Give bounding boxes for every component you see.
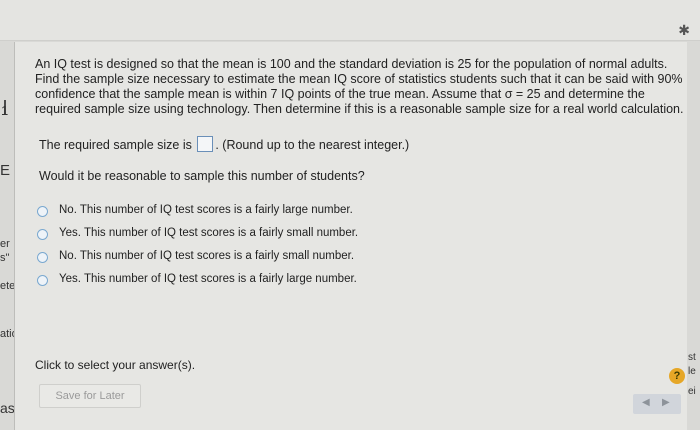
radio-icon[interactable] — [37, 206, 48, 217]
side-fragment-ei: ei — [688, 386, 696, 397]
radio-icon[interactable] — [37, 275, 48, 286]
option-label: No. This number of IQ test scores is a f… — [59, 250, 355, 262]
radio-icon[interactable] — [37, 252, 48, 263]
option-label: Yes. This number of IQ test scores is a … — [59, 273, 357, 285]
pin-icon[interactable]: ✱ — [678, 22, 690, 39]
side-fragment-s: s" — [0, 252, 10, 264]
radio-icon[interactable] — [37, 229, 48, 240]
side-fragment-1: 1 — [1, 103, 9, 118]
side-fragment-ete: ete — [0, 280, 16, 292]
reasonable-question: Would it be reasonable to sample this nu… — [39, 169, 365, 183]
prev-arrow-icon[interactable]: ◀ — [642, 397, 650, 408]
sample-size-input[interactable] — [197, 136, 214, 152]
answer-suffix: . (Round up to the nearest integer.) — [215, 138, 410, 152]
answer-prefix: The required sample size is — [39, 138, 192, 152]
click-to-select-hint: Click to select your answer(s). — [35, 358, 196, 372]
option-label: No. This number of IQ test scores is a f… — [59, 204, 353, 216]
next-arrow-icon[interactable]: ▶ — [662, 397, 670, 408]
side-fragment-st: st — [688, 352, 696, 363]
side-fragment-er: er — [0, 238, 10, 250]
question-nav: ◀ ▶ — [633, 394, 681, 414]
question-text: An IQ test is designed so that the mean … — [35, 57, 684, 116]
top-toolbar: ✱ — [0, 0, 700, 41]
option-label: Yes. This number of IQ test scores is a … — [59, 227, 359, 239]
answer-line: The required sample size is . (Round up … — [39, 136, 409, 152]
help-icon[interactable]: ? — [669, 368, 685, 384]
question-panel: An IQ test is designed so that the mean … — [14, 42, 687, 430]
side-fragment-le: le — [688, 366, 696, 377]
side-fragment-e: E — [0, 162, 11, 179]
save-for-later-button[interactable]: Save for Later — [39, 384, 141, 408]
